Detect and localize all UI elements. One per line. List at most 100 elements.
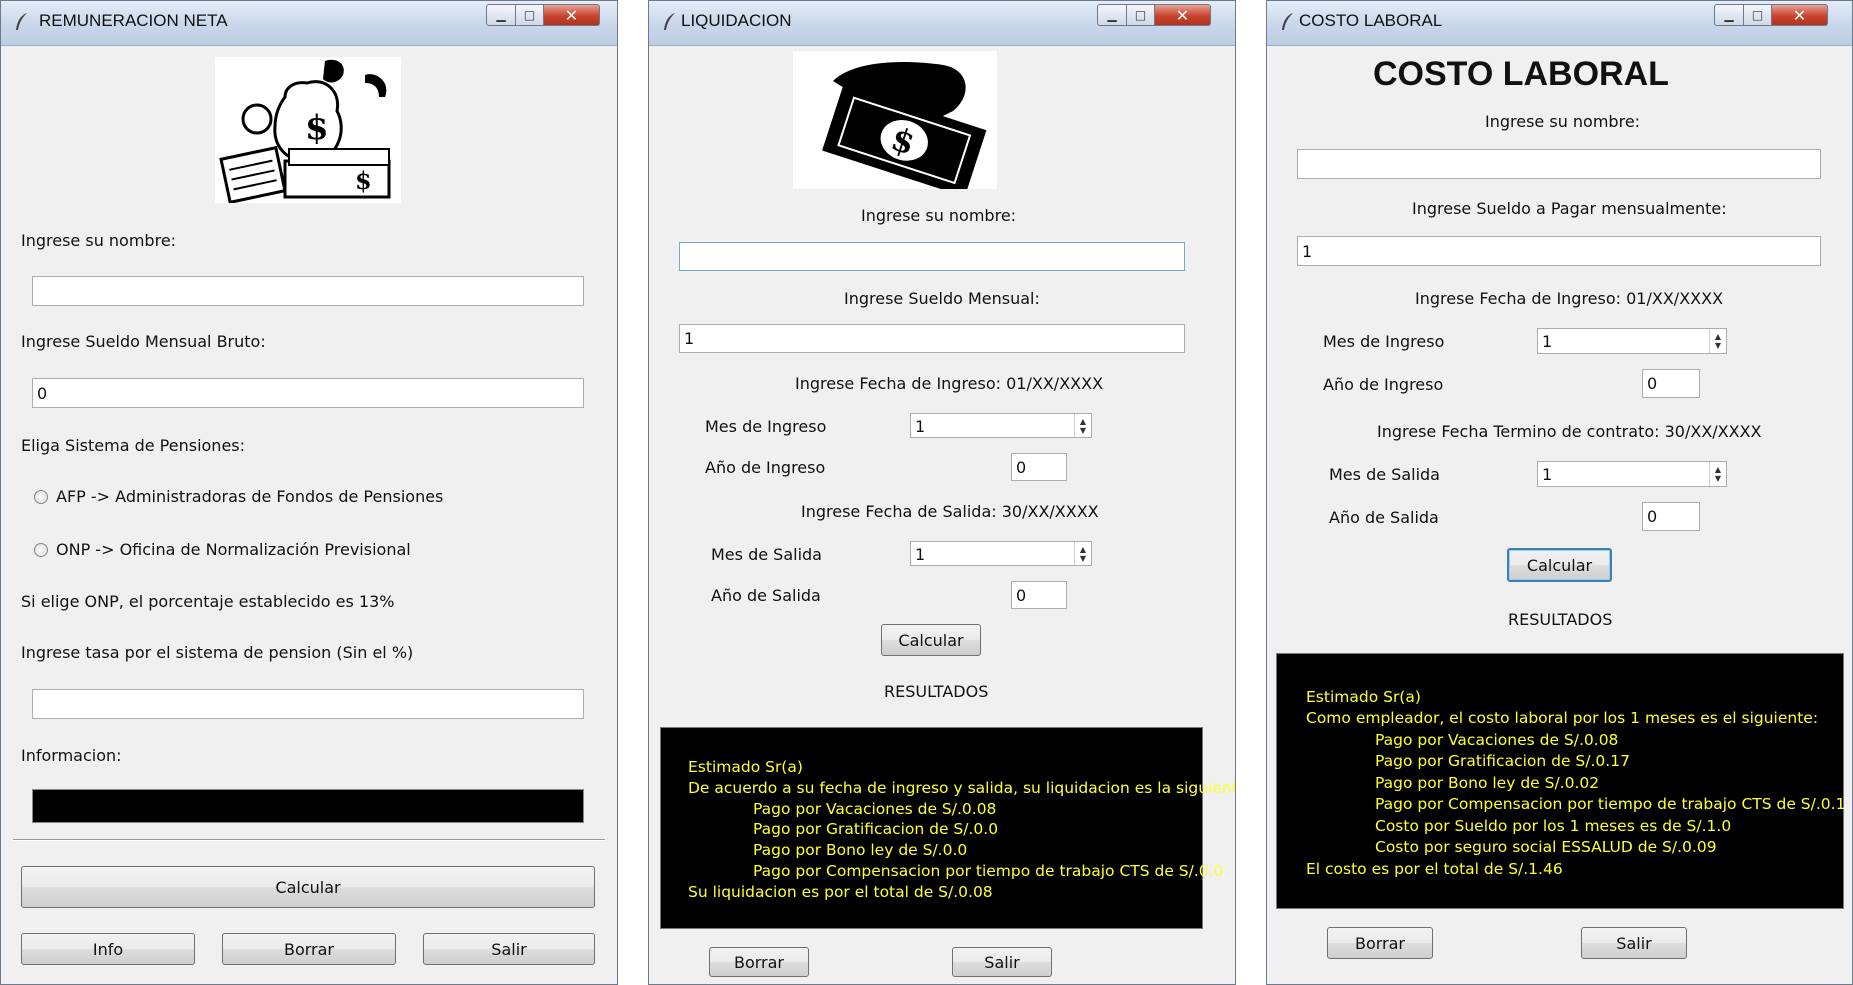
result-line: Estimado Sr(a) <box>688 758 803 776</box>
resultados-output: Estimado Sr(a) Como empleador, el costo … <box>1276 653 1846 909</box>
quill-icon <box>16 13 27 30</box>
spin-arrows-icon[interactable]: ▲ ▼ <box>1709 462 1726 486</box>
result-line: Pago por Gratificacion de S/.0.17 <box>1375 752 1630 770</box>
calcular-button[interactable]: Calcular <box>1507 548 1612 582</box>
afp-radio[interactable] <box>34 490 48 504</box>
nombre-input[interactable] <box>32 276 584 306</box>
informacion-output <box>32 789 584 823</box>
result-line: Pago por Gratificacion de S/.0.0 <box>753 820 999 838</box>
borrar-button[interactable]: Borrar <box>1327 927 1433 959</box>
onp-radio-label[interactable]: ONP -> Oficina de Normalización Previsio… <box>56 540 411 559</box>
mes-salida-label: Mes de Salida <box>711 545 822 564</box>
borrar-button[interactable]: Borrar <box>222 933 396 965</box>
window-costo-laboral: COSTO LABORAL ▁ □ ✕ COSTO LABORAL Ingres… <box>1266 0 1853 985</box>
onp-note: Si elige ONP, el porcentaje establecido … <box>21 592 395 611</box>
minimize-button[interactable]: ▁ <box>1097 4 1127 26</box>
title-bar[interactable]: COSTO LABORAL ▁ □ ✕ <box>1267 1 1852 46</box>
anio-salida-input[interactable]: 0 <box>1011 581 1067 609</box>
nombre-input[interactable] <box>1297 149 1821 179</box>
result-line: Su liquidacion es por el total de S/.0.0… <box>688 883 993 901</box>
quill-icon <box>664 13 675 30</box>
afp-radio-label[interactable]: AFP -> Administradoras de Fondos de Pens… <box>56 487 443 506</box>
quill-icon <box>1282 13 1293 30</box>
close-button[interactable]: ✕ <box>1772 4 1828 26</box>
title-bar[interactable]: LIQUIDACION ▁ □ ✕ <box>649 1 1235 46</box>
dollar-bill-icon: $ <box>793 51 997 189</box>
salir-button[interactable]: Salir <box>423 933 595 965</box>
mes-salida-spinbox[interactable]: 1 ▲ ▼ <box>910 541 1092 566</box>
separator <box>13 839 605 841</box>
sueldo-input[interactable]: 1 <box>679 324 1185 353</box>
resultados-output: Estimado Sr(a) De acuerdo a su fecha de … <box>660 727 1235 929</box>
fecha-ingreso-label: Ingrese Fecha de Ingreso: 01/XX/XXXX <box>795 374 1104 393</box>
result-line: De acuerdo a su fecha de ingreso y salid… <box>688 779 1236 797</box>
borrar-button[interactable]: Borrar <box>709 947 809 977</box>
anio-ingreso-label: Año de Ingreso <box>1323 375 1444 394</box>
anio-salida-input[interactable]: 0 <box>1642 502 1700 531</box>
nombre-input[interactable] <box>679 242 1185 271</box>
mes-salida-value: 1 <box>1542 465 1553 484</box>
mes-ingreso-value: 1 <box>915 417 926 436</box>
close-button[interactable]: ✕ <box>544 4 600 26</box>
spin-arrows-icon[interactable]: ▲ ▼ <box>1074 542 1091 565</box>
fecha-termino-label: Ingrese Fecha Termino de contrato: 30/XX… <box>1377 422 1762 441</box>
informacion-label: Informacion: <box>21 746 122 765</box>
sueldo-input[interactable]: 0 <box>32 378 584 408</box>
maximize-button[interactable]: □ <box>1744 4 1772 26</box>
window-title: COSTO LABORAL <box>1299 11 1443 30</box>
mes-ingreso-label: Mes de Ingreso <box>705 417 827 436</box>
result-line: Pago por Compensacion por tiempo de trab… <box>1375 795 1846 813</box>
close-button[interactable]: ✕ <box>1155 4 1211 26</box>
result-line: Pago por Vacaciones de S/.0.08 <box>1375 731 1619 749</box>
info-button[interactable]: Info <box>21 933 195 965</box>
page-title: COSTO LABORAL <box>1373 55 1669 93</box>
title-bar[interactable]: REMUNERACION NETA ▁ □ ✕ <box>1 1 617 46</box>
result-line: Estimado Sr(a) <box>1306 688 1421 706</box>
nombre-label: Ingrese su nombre: <box>21 231 177 250</box>
spin-arrows-icon[interactable]: ▲ ▼ <box>1709 329 1726 353</box>
mes-ingreso-spinbox[interactable]: 1 ▲ ▼ <box>910 413 1092 438</box>
result-line: Pago por Compensacion por tiempo de trab… <box>753 862 1224 880</box>
sistema-label: Eliga Sistema de Pensiones: <box>21 436 246 455</box>
maximize-button[interactable]: □ <box>1127 4 1155 26</box>
fecha-ingreso-label: Ingrese Fecha de Ingreso: 01/XX/XXXX <box>1415 289 1724 308</box>
salir-button[interactable]: Salir <box>1581 927 1687 959</box>
result-line: Pago por Bono ley de S/.0.02 <box>1375 774 1600 792</box>
anio-ingreso-input[interactable]: 0 <box>1642 369 1700 398</box>
mes-ingreso-label: Mes de Ingreso <box>1323 332 1445 351</box>
anio-ingreso-label: Año de Ingreso <box>705 458 826 477</box>
result-line: El costo es por el total de S/.1.46 <box>1306 860 1563 878</box>
calcular-button[interactable]: Calcular <box>21 866 595 908</box>
minimize-button[interactable]: ▁ <box>1714 4 1744 26</box>
sueldo-input[interactable]: 1 <box>1297 236 1821 266</box>
tasa-label: Ingrese tasa por el sistema de pension (… <box>21 643 414 662</box>
result-line: Como empleador, el costo laboral por los… <box>1306 709 1819 727</box>
tasa-input[interactable] <box>32 689 584 719</box>
salir-button[interactable]: Salir <box>952 947 1052 977</box>
anio-ingreso-input[interactable]: 0 <box>1011 453 1067 481</box>
nombre-label: Ingrese su nombre: <box>861 206 1017 225</box>
result-line: Pago por Bono ley de S/.0.0 <box>753 841 968 859</box>
window-liquidacion: LIQUIDACION ▁ □ ✕ $ Ingrese su nombre: I… <box>648 0 1236 985</box>
mes-salida-spinbox[interactable]: 1 ▲ ▼ <box>1537 461 1727 487</box>
sueldo-label: Ingrese Sueldo Mensual: <box>844 289 1040 308</box>
minimize-button[interactable]: ▁ <box>486 4 516 26</box>
mes-salida-label: Mes de Salida <box>1329 465 1440 484</box>
calcular-button[interactable]: Calcular <box>881 624 981 656</box>
mes-ingreso-spinbox[interactable]: 1 ▲ ▼ <box>1537 328 1727 354</box>
fecha-salida-label: Ingrese Fecha de Salida: 30/XX/XXXX <box>801 502 1099 521</box>
svg-text:$: $ <box>355 166 372 195</box>
resultados-label: RESULTADOS <box>884 682 989 701</box>
maximize-button[interactable]: □ <box>516 4 544 26</box>
sueldo-label: Ingrese Sueldo Mensual Bruto: <box>21 332 266 351</box>
result-line: Costo por seguro social ESSALUD de S/.0.… <box>1375 838 1717 856</box>
sueldo-label: Ingrese Sueldo a Pagar mensualmente: <box>1412 199 1727 218</box>
resultados-label: RESULTADOS <box>1508 610 1613 629</box>
onp-radio[interactable] <box>34 543 48 557</box>
mes-ingreso-value: 1 <box>1542 332 1553 351</box>
anio-salida-label: Año de Salida <box>1329 508 1439 527</box>
spin-arrows-icon[interactable]: ▲ ▼ <box>1074 414 1091 437</box>
window-title: LIQUIDACION <box>681 11 792 30</box>
window-remuneracion-neta: REMUNERACION NETA ▁ □ ✕ $ $ Ingrese su n… <box>0 0 618 985</box>
result-line: Costo por Sueldo por los 1 meses es de S… <box>1375 817 1732 835</box>
